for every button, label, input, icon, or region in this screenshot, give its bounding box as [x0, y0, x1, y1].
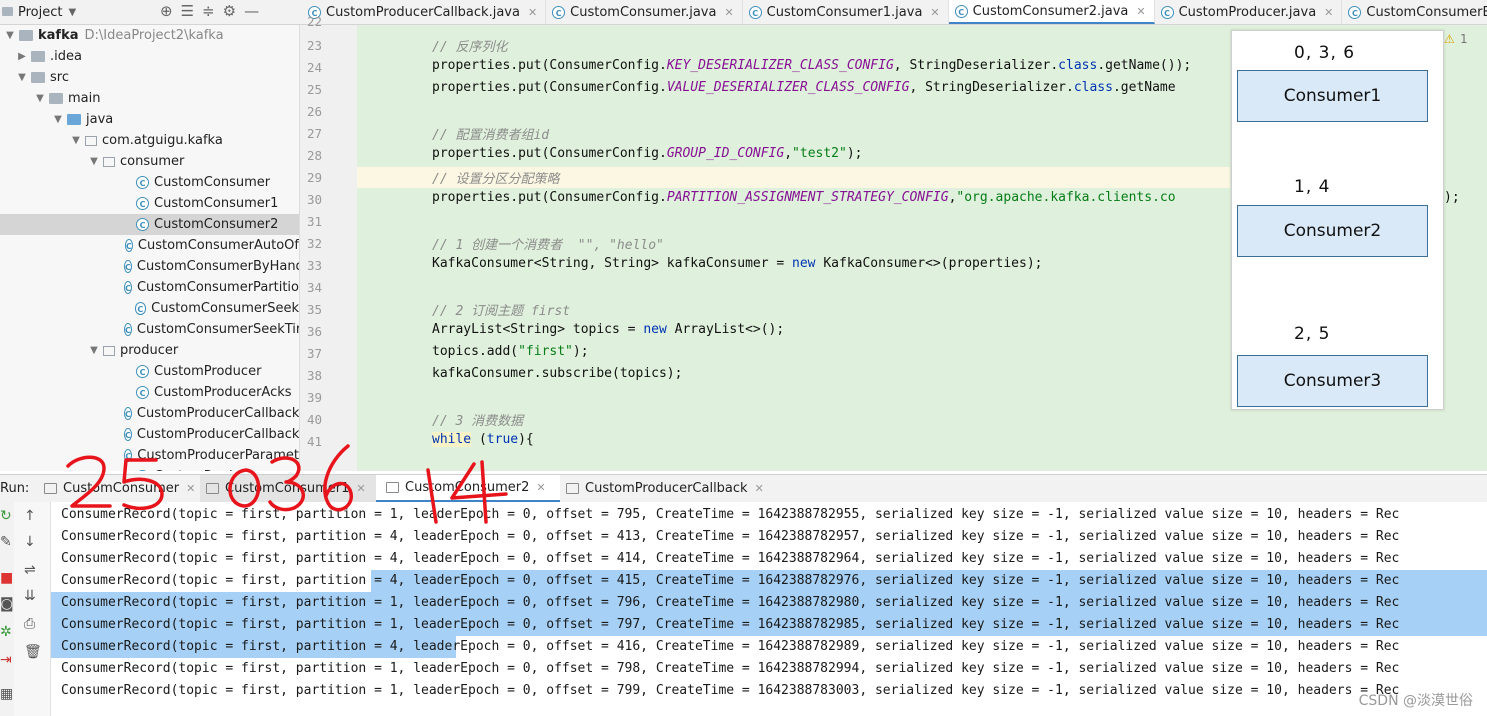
ink-digit-6 [323, 444, 354, 512]
ink-digit-5 [122, 458, 164, 511]
ink-digit-1 [426, 468, 438, 524]
ink-digit-0 [228, 468, 261, 508]
ink-digit-4 [450, 460, 508, 524]
ink-digit-2 [66, 455, 112, 508]
ink-digit-3 [268, 456, 305, 512]
handwritten-annotations [66, 444, 508, 524]
